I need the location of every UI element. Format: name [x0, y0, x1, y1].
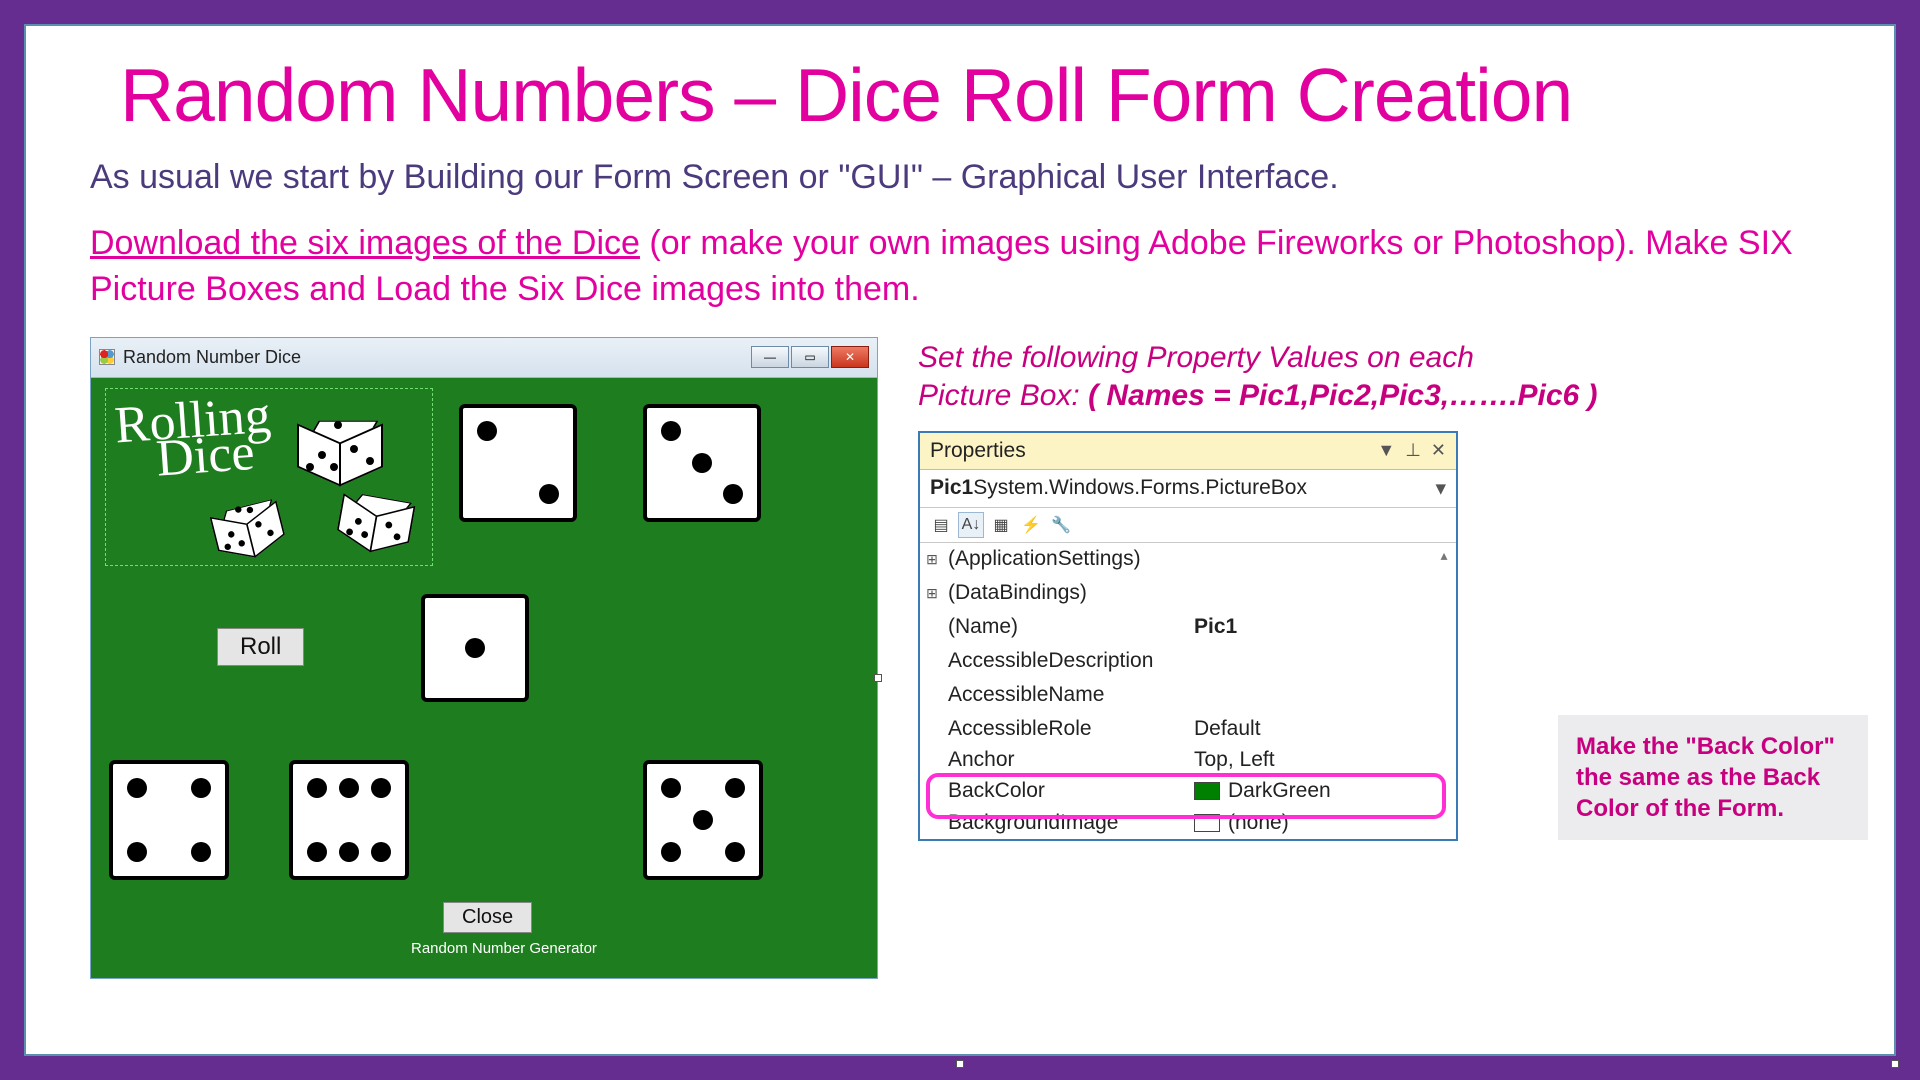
resize-handle-right[interactable] [874, 674, 882, 682]
prop-value: DarkGreen [1228, 779, 1331, 803]
iso-die-3 [205, 492, 288, 564]
window-title: Random Number Dice [123, 347, 751, 368]
intro-text: As usual we start by Building our Form S… [90, 158, 1830, 197]
pic5-die[interactable] [643, 760, 763, 880]
expand-icon[interactable]: ⊞ [920, 551, 944, 568]
prop-label: AccessibleRole [944, 717, 1186, 741]
titlebar: Random Number Dice — ▭ ✕ [91, 338, 877, 378]
prop-row-accrole[interactable]: AccessibleRole Default [920, 713, 1456, 747]
expand-icon[interactable]: ⊞ [920, 585, 944, 602]
resize-handle-corner[interactable] [1891, 1060, 1899, 1068]
minimize-button[interactable]: — [751, 346, 789, 368]
events-icon[interactable]: ⚡ [1018, 512, 1044, 538]
wrench-icon[interactable]: 🔧 [1048, 512, 1074, 538]
set-line2-prefix: Picture Box: [918, 379, 1088, 412]
set-instruction-line1: Set the following Property Values on eac… [918, 341, 1830, 375]
properties-subheader[interactable]: Pic1 System.Windows.Forms.PictureBox ▾ [920, 470, 1456, 508]
prop-row-bgimage[interactable]: BackgroundImage (none) [920, 809, 1456, 839]
close-panel-icon[interactable]: ✕ [1431, 440, 1446, 461]
alphabetical-icon[interactable]: A↓ [958, 512, 984, 538]
prop-value: Top, Left [1186, 748, 1456, 772]
set-instruction-line2: Picture Box: ( Names = Pic1,Pic2,Pic3,……… [918, 379, 1830, 413]
subheader-dropdown-icon[interactable]: ▾ [1435, 476, 1446, 501]
properties-panel: Properties ▼ ⊥ ✕ Pic1 System.Windows.For… [918, 431, 1458, 841]
download-link[interactable]: Download the six images of the Dice [90, 224, 640, 262]
color-swatch-icon [1194, 782, 1220, 800]
pin-icon[interactable]: ⊥ [1405, 440, 1421, 461]
prop-label: BackColor [944, 779, 1186, 803]
pic4-die[interactable] [109, 760, 229, 880]
close-form-button[interactable]: Close [443, 902, 532, 933]
slide-body: Random Numbers – Dice Roll Form Creation… [24, 24, 1896, 1056]
form-canvas: Rolling Dice [91, 378, 877, 978]
prop-row-anchor[interactable]: Anchor Top, Left [920, 747, 1456, 775]
right-column: Set the following Property Values on eac… [918, 337, 1830, 841]
prop-label: (Name) [944, 615, 1186, 639]
close-window-button[interactable]: ✕ [831, 346, 869, 368]
prop-label: BackgroundImage [944, 811, 1186, 835]
dropdown-icon[interactable]: ▼ [1377, 440, 1395, 461]
prop-row-appsettings[interactable]: ⊞ (ApplicationSettings) [920, 543, 1456, 577]
roll-button[interactable]: Roll [217, 628, 304, 666]
logo-line2: Dice [154, 424, 256, 488]
callout-note: Make the "Back Color" the same as the Ba… [1558, 715, 1868, 841]
page-title: Random Numbers – Dice Roll Form Creation [120, 52, 1830, 138]
properties-header-icons: ▼ ⊥ ✕ [1377, 440, 1446, 461]
prop-label: (DataBindings) [944, 581, 1186, 605]
pic6-die[interactable] [289, 760, 409, 880]
selected-control-name: Pic1 [930, 476, 973, 500]
window-controls: — ▭ ✕ [751, 346, 869, 368]
properties-header-title: Properties [930, 439, 1377, 463]
prop-value: Pic1 [1194, 615, 1237, 639]
iso-die-1 [294, 413, 384, 483]
resize-handle-bottom[interactable] [956, 1060, 964, 1068]
prop-row-backcolor[interactable]: BackColor DarkGreen [920, 775, 1456, 809]
selected-control-type: System.Windows.Forms.PictureBox [973, 476, 1307, 500]
categorized-icon[interactable]: ▤ [928, 512, 954, 538]
app-icon [99, 349, 115, 365]
winform-window: Random Number Dice — ▭ ✕ Rolling D [90, 337, 878, 979]
prop-value: Default [1186, 717, 1456, 741]
pic2-die[interactable] [459, 404, 577, 522]
properties-toolbar: ▤ A↓ ▦ ⚡ 🔧 [920, 508, 1456, 543]
image-swatch-icon [1194, 814, 1220, 832]
prop-row-name[interactable]: (Name) Pic1 [920, 611, 1456, 645]
prop-label: AccessibleName [944, 683, 1186, 707]
lower-columns: Random Number Dice — ▭ ✕ Rolling D [90, 337, 1830, 979]
prop-row-accdesc[interactable]: AccessibleDescription [920, 645, 1456, 679]
prop-row-accname[interactable]: AccessibleName [920, 679, 1456, 713]
properties-grid: ▴ ⊞ (ApplicationSettings) ⊞ (DataBinding… [920, 543, 1456, 839]
prop-label: Anchor [944, 748, 1186, 772]
set-line2-names: ( Names = Pic1,Pic2,Pic3,…….Pic6 ) [1088, 379, 1597, 412]
slide-frame: Random Numbers – Dice Roll Form Creation… [0, 0, 1920, 1080]
prop-label: AccessibleDescription [944, 649, 1186, 673]
property-pages-icon[interactable]: ▦ [988, 512, 1014, 538]
footer-label: Random Number Generator [411, 940, 597, 957]
properties-header: Properties ▼ ⊥ ✕ [920, 433, 1456, 470]
logo-picturebox[interactable]: Rolling Dice [105, 388, 433, 566]
left-column: Random Number Dice — ▭ ✕ Rolling D [90, 337, 878, 979]
prop-value: (none) [1228, 811, 1289, 835]
prop-label: (ApplicationSettings) [944, 547, 1186, 571]
prop-row-databindings[interactable]: ⊞ (DataBindings) [920, 577, 1456, 611]
pic3-die[interactable] [643, 404, 761, 522]
maximize-button[interactable]: ▭ [791, 346, 829, 368]
instruction-text: Download the six images of the Dice (or … [90, 221, 1830, 313]
logo-text: Rolling Dice [114, 397, 275, 480]
pic1-die[interactable] [421, 594, 529, 702]
scroll-up-icon[interactable]: ▴ [1434, 547, 1454, 567]
iso-die-2 [332, 484, 418, 556]
